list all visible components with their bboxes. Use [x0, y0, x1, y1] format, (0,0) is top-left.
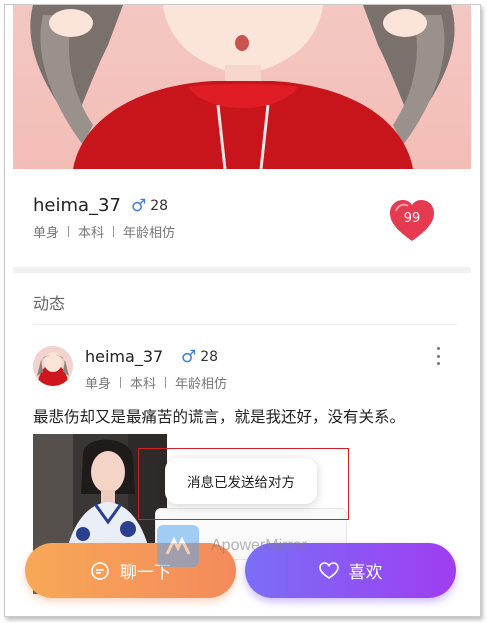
post-gender-age: ♂ 28 — [181, 347, 218, 367]
highlight-box — [138, 448, 349, 520]
profile-tags: 单身 本科 年龄相仿 — [33, 222, 175, 241]
post-username: heima_37 — [85, 347, 164, 366]
profile-username: heima_37 — [33, 195, 121, 216]
profile-gender-age: ♂ 28 — [131, 196, 168, 216]
chat-bubble-icon — [90, 561, 110, 581]
phone-screen: heima_37 ♂ 28 单身 本科 年龄相仿 99 动态 heima_37 … — [4, 4, 481, 617]
post-tag: 单身 — [85, 377, 112, 392]
divider — [33, 324, 457, 325]
profile-tag: 单身 — [33, 226, 60, 241]
post-tag: 年龄相仿 — [175, 377, 228, 392]
post-tag: 本科 — [130, 377, 157, 392]
like-count-button[interactable]: 99 — [388, 197, 436, 245]
profile-cover-image — [13, 5, 471, 169]
post-tags: 单身 本科 年龄相仿 — [85, 373, 227, 392]
watermark: ApowerMirror — [157, 525, 307, 567]
like-count: 99 — [403, 211, 421, 226]
post-age: 28 — [200, 349, 219, 365]
profile-tag: 本科 — [78, 226, 105, 241]
section-divider — [13, 267, 471, 273]
male-icon: ♂ — [181, 347, 197, 367]
profile-tag: 年龄相仿 — [123, 226, 176, 241]
moments-section-title: 动态 — [33, 294, 66, 313]
apowermirror-logo-icon — [157, 525, 199, 567]
like-button-label: 喜欢 — [348, 563, 383, 583]
profile-age: 28 — [150, 198, 169, 214]
male-icon: ♂ — [131, 196, 147, 216]
watermark-text: ApowerMirror — [211, 537, 308, 554]
post-avatar[interactable] — [33, 346, 73, 386]
heart-outline-icon — [318, 561, 339, 580]
more-icon[interactable] — [433, 347, 443, 365]
post-text: 最悲伤却又是最痛苦的谎言，就是我还好，没有关系。 — [33, 408, 406, 426]
